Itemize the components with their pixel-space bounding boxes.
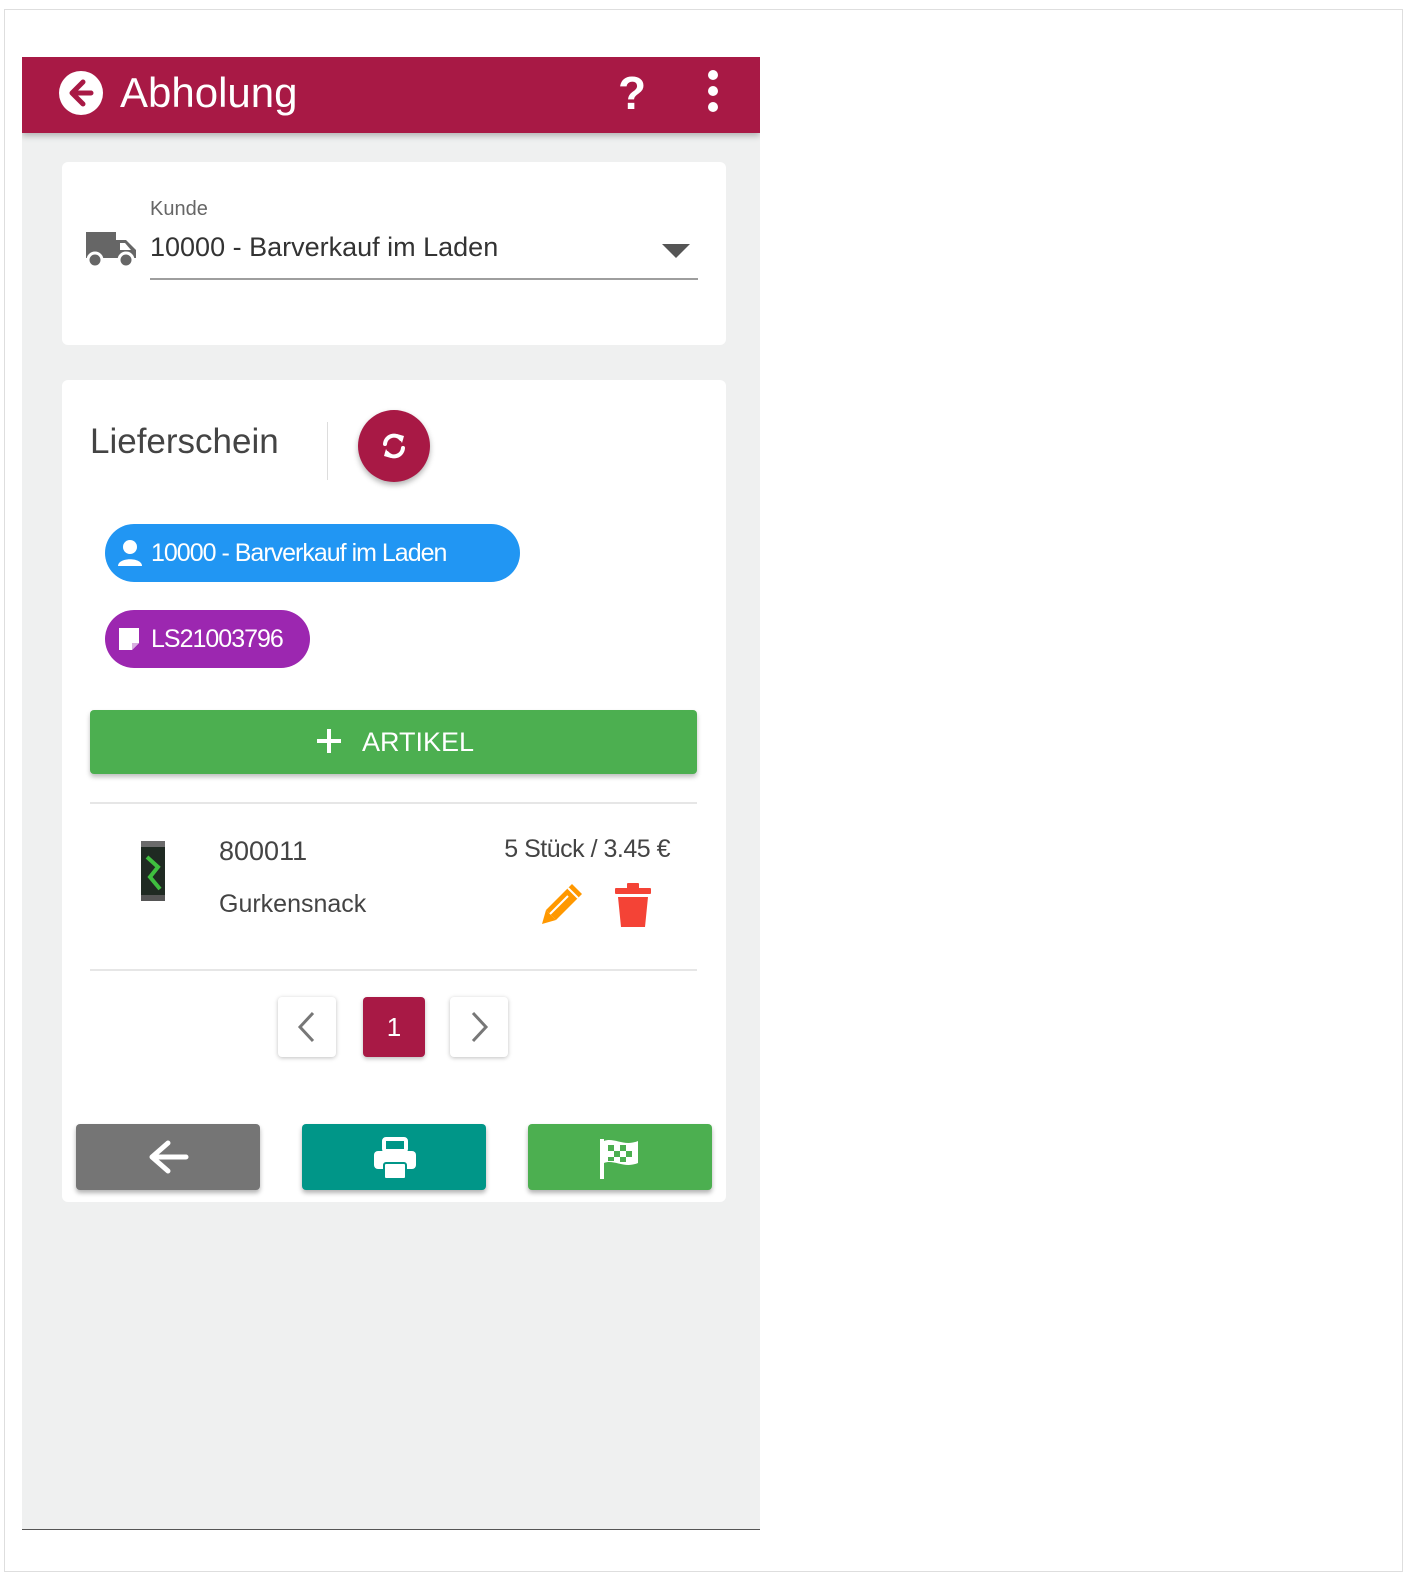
document-chip[interactable]: LS21003796 [105,610,310,668]
pagination-next-button[interactable] [450,997,508,1057]
pagination-prev-button[interactable] [278,997,336,1057]
note-icon [119,628,139,650]
chevron-left-icon [297,1011,315,1043]
arrow-left-icon [149,1140,189,1174]
print-button[interactable] [302,1124,486,1190]
add-article-label: ARTIKEL [362,727,475,757]
document-chip-label: LS21003796 [151,625,284,653]
item-name: Gurkensnack [219,890,367,918]
section-title: Lieferschein [90,422,279,461]
pencil-icon[interactable] [538,880,586,928]
divider [90,802,697,804]
customer-select[interactable]: 10000 - Barverkauf im Laden [150,224,698,280]
app-screen: Abholung ? Kunde 10000 - Barverkauf im L… [22,57,760,1530]
app-bar: Abholung ? [22,57,760,133]
truck-icon [86,232,136,269]
user-icon [118,540,142,566]
refresh-icon [383,433,405,459]
refresh-button[interactable] [358,410,430,482]
divider [90,969,697,971]
checkered-flag-icon [600,1139,638,1179]
pagination-page-current[interactable]: 1 [363,997,425,1057]
add-article-button[interactable]: ARTIKEL [90,710,697,774]
printer-icon [374,1137,416,1180]
product-thumbnail [141,841,165,901]
customer-select-value: 10000 - Barverkauf im Laden [150,232,499,262]
caret-down-icon [662,244,690,258]
plus-icon [317,729,341,753]
item-number: 800011 [219,836,308,866]
back-button[interactable] [76,1124,260,1190]
customer-field-label: Kunde [150,198,208,220]
arrow-circle-left-icon[interactable] [58,70,104,116]
finish-button[interactable] [528,1124,712,1190]
help-icon[interactable]: ? [614,62,650,124]
trash-icon[interactable] [614,883,652,929]
item-quantity-price: 5 Stück / 3.45 € [504,835,670,863]
customer-chip[interactable]: 10000 - Barverkauf im Laden [105,524,520,582]
page-title: Abholung [120,69,298,116]
more-vertical-icon[interactable] [704,69,722,113]
chevron-right-icon [471,1011,489,1043]
delivery-note-card: Lieferschein 10000 - Barverkauf im Laden… [62,380,726,1202]
customer-card: Kunde 10000 - Barverkauf im Laden [62,162,726,345]
divider [327,422,328,480]
customer-chip-label: 10000 - Barverkauf im Laden [151,539,447,567]
